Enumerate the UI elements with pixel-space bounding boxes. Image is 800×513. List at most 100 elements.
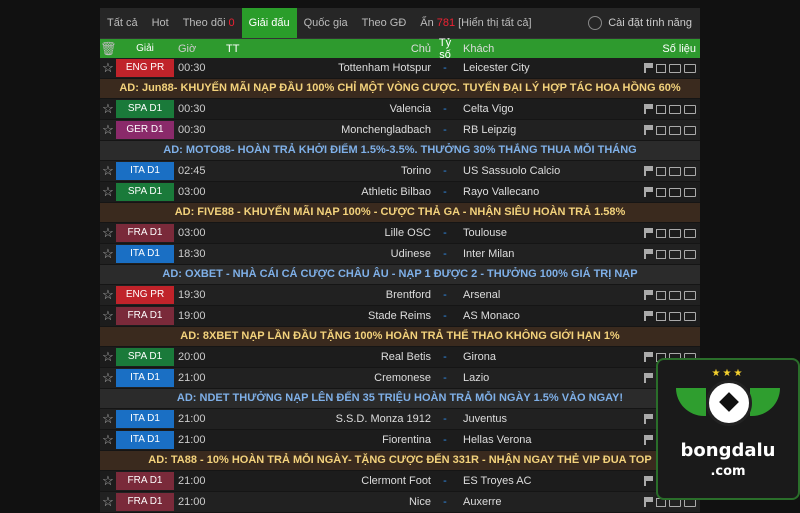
- field-icon[interactable]: [669, 104, 681, 114]
- home-team[interactable]: Stade Reims: [246, 310, 435, 322]
- lineup-icon[interactable]: [684, 290, 696, 300]
- lineup-icon[interactable]: [684, 187, 696, 197]
- home-team[interactable]: Monchengladbach: [246, 124, 435, 136]
- table-row[interactable]: ☆ SPA D1 00:30 Valencia - Celta Vigo: [100, 99, 700, 120]
- chart-icon[interactable]: [656, 125, 666, 135]
- home-team[interactable]: Real Betis: [246, 351, 435, 363]
- table-row[interactable]: ☆ FRA D1 19:00 Stade Reims - AS Monaco: [100, 306, 700, 327]
- score[interactable]: -: [435, 62, 455, 74]
- star-icon[interactable]: ☆: [100, 122, 116, 138]
- league-badge[interactable]: SPA D1: [116, 100, 174, 118]
- table-row[interactable]: ☆ FRA D1 21:00 Nice - Auxerre: [100, 492, 700, 513]
- away-team[interactable]: Arsenal: [455, 289, 643, 301]
- league-badge[interactable]: ENG PR: [116, 286, 174, 304]
- flag-icon[interactable]: [644, 125, 653, 135]
- flag-icon[interactable]: [644, 497, 653, 507]
- star-icon[interactable]: ☆: [100, 184, 116, 200]
- away-team[interactable]: Lazio: [455, 372, 643, 384]
- star-icon[interactable]: ☆: [100, 246, 116, 262]
- league-badge[interactable]: GER D1: [116, 121, 174, 139]
- field-icon[interactable]: [669, 290, 681, 300]
- chart-icon[interactable]: [656, 104, 666, 114]
- ad-banner[interactable]: AD: NDET THƯỞNG NẠP LÊN ĐẾN 35 TRIỆU HOÀ…: [100, 389, 700, 409]
- table-row[interactable]: ☆ ITA D1 21:00 Fiorentina - Hellas Verona: [100, 430, 700, 451]
- table-row[interactable]: ☆ FRA D1 21:00 Clermont Foot - ES Troyes AC: [100, 471, 700, 492]
- table-row[interactable]: ☆ FRA D1 03:00 Lille OSC - Toulouse: [100, 223, 700, 244]
- home-team[interactable]: Lille OSC: [246, 227, 435, 239]
- field-icon[interactable]: [669, 125, 681, 135]
- chart-icon[interactable]: [656, 311, 666, 321]
- chart-icon[interactable]: [656, 166, 666, 176]
- star-icon[interactable]: ☆: [100, 349, 116, 365]
- flag-icon[interactable]: [644, 187, 653, 197]
- star-icon[interactable]: ☆: [100, 225, 116, 241]
- score[interactable]: -: [435, 186, 455, 198]
- league-badge[interactable]: ITA D1: [116, 369, 174, 387]
- star-icon[interactable]: ☆: [100, 60, 116, 76]
- score[interactable]: -: [435, 124, 455, 136]
- ad-banner[interactable]: AD: 8XBET NẠP LẦN ĐẦU TẶNG 100% HOÀN TRẢ…: [100, 327, 700, 347]
- away-team[interactable]: US Sassuolo Calcio: [455, 165, 643, 177]
- home-team[interactable]: Athletic Bilbao: [246, 186, 435, 198]
- chart-icon[interactable]: [656, 249, 666, 259]
- table-row[interactable]: ☆ SPA D1 03:00 Athletic Bilbao - Rayo Valleca…: [100, 182, 700, 203]
- table-row[interactable]: ☆ ITA D1 21:00 Cremonese - Lazio: [100, 368, 700, 389]
- lineup-icon[interactable]: [684, 166, 696, 176]
- flag-icon[interactable]: [644, 414, 653, 424]
- star-icon[interactable]: ☆: [100, 370, 116, 386]
- league-badge[interactable]: ENG PR: [116, 59, 174, 77]
- lineup-icon[interactable]: [684, 228, 696, 238]
- ad-banner[interactable]: AD: Jun88- KHUYẾN MÃI NẠP ĐẦU 100% CHỈ M…: [100, 79, 700, 99]
- score[interactable]: -: [435, 103, 455, 115]
- field-icon[interactable]: [669, 166, 681, 176]
- table-row[interactable]: ☆ GER D1 00:30 Monchengladbach - RB Leipzig: [100, 120, 700, 141]
- lineup-icon[interactable]: [684, 311, 696, 321]
- away-team[interactable]: Auxerre: [455, 496, 643, 508]
- lineup-icon[interactable]: [684, 125, 696, 135]
- league-badge[interactable]: ITA D1: [116, 245, 174, 263]
- trash-icon[interactable]: 🗑: [100, 41, 117, 57]
- league-badge[interactable]: FRA D1: [116, 472, 174, 490]
- away-team[interactable]: Hellas Verona: [455, 434, 643, 446]
- table-row[interactable]: ☆ ITA D1 18:30 Udinese - Inter Milan: [100, 244, 700, 265]
- away-team[interactable]: Juventus: [455, 413, 643, 425]
- ad-banner[interactable]: AD: MOTO88- HOÀN TRẢ KHỞI ĐIỂM 1.5%-3.5%…: [100, 141, 700, 161]
- league-badge[interactable]: ITA D1: [116, 410, 174, 428]
- league-badge[interactable]: ITA D1: [116, 162, 174, 180]
- star-icon[interactable]: ☆: [100, 411, 116, 427]
- away-team[interactable]: Inter Milan: [455, 248, 643, 260]
- lineup-icon[interactable]: [684, 63, 696, 73]
- home-team[interactable]: Brentford: [246, 289, 435, 301]
- star-icon[interactable]: ☆: [100, 101, 116, 117]
- flag-icon[interactable]: [644, 476, 653, 486]
- tab-0[interactable]: Tất cả: [100, 8, 145, 38]
- away-team[interactable]: AS Monaco: [455, 310, 643, 322]
- score[interactable]: -: [435, 372, 455, 384]
- show-all-link[interactable]: [Hiển thị tất cả]: [458, 17, 531, 29]
- chart-icon[interactable]: [656, 290, 666, 300]
- field-icon[interactable]: [669, 249, 681, 259]
- score[interactable]: -: [435, 310, 455, 322]
- field-icon[interactable]: [669, 63, 681, 73]
- score[interactable]: -: [435, 351, 455, 363]
- score[interactable]: -: [435, 227, 455, 239]
- star-icon[interactable]: ☆: [100, 287, 116, 303]
- tab-3[interactable]: Giải đấu: [241, 8, 297, 38]
- league-badge[interactable]: FRA D1: [116, 224, 174, 242]
- flag-icon[interactable]: [644, 249, 653, 259]
- star-icon[interactable]: ☆: [100, 473, 116, 489]
- home-team[interactable]: Torino: [246, 165, 435, 177]
- table-row[interactable]: ☆ ITA D1 02:45 Torino - US Sassuolo Calcio: [100, 161, 700, 182]
- star-icon[interactable]: ☆: [100, 163, 116, 179]
- lineup-icon[interactable]: [684, 249, 696, 259]
- flag-icon[interactable]: [644, 63, 653, 73]
- chart-icon[interactable]: [656, 187, 666, 197]
- flag-icon[interactable]: [644, 435, 653, 445]
- league-badge[interactable]: SPA D1: [116, 348, 174, 366]
- away-team[interactable]: Rayo Vallecano: [455, 186, 643, 198]
- field-icon[interactable]: [669, 311, 681, 321]
- home-team[interactable]: S.S.D. Monza 1912: [246, 413, 435, 425]
- tab-6[interactable]: Ẩn 781 [Hiển thị tất cả]: [413, 8, 538, 38]
- flag-icon[interactable]: [644, 352, 653, 362]
- star-icon[interactable]: ☆: [100, 308, 116, 324]
